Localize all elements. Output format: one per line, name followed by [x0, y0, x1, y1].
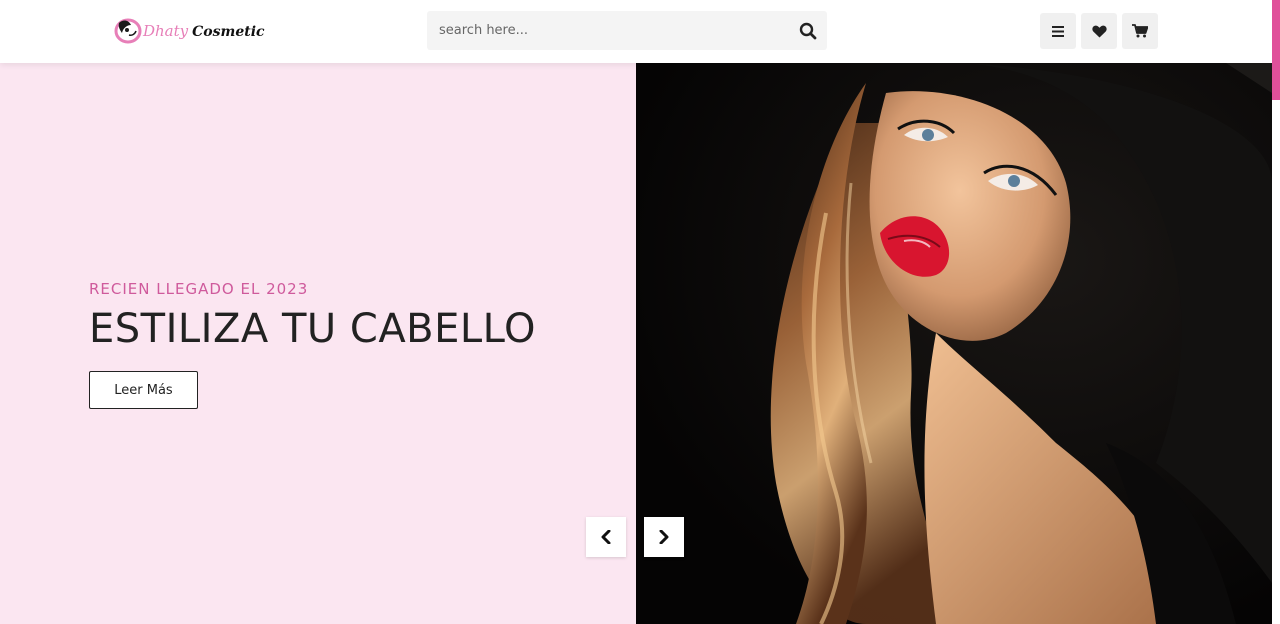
chevron-right-icon	[659, 530, 669, 544]
search-input[interactable]	[427, 11, 787, 50]
hero-headline: ESTILIZA TU CABELLO	[89, 306, 537, 352]
heart-icon	[1091, 25, 1107, 37]
hero-photo	[636, 63, 1272, 624]
logo-word-2: Cosmetic	[192, 24, 265, 40]
hero-image	[636, 63, 1272, 624]
slider-prev-button[interactable]	[586, 517, 626, 557]
logo[interactable]: Dhaty Cosmetic	[113, 16, 265, 46]
wishlist-button[interactable]	[1081, 13, 1117, 49]
logo-icon	[114, 18, 142, 44]
hero-kicker: RECIEN LLEGADO EL 2023	[89, 280, 309, 298]
menu-button[interactable]	[1040, 13, 1076, 49]
logo-text: Dhaty Cosmetic	[143, 22, 265, 40]
search-bar	[427, 11, 827, 50]
slider-next-button[interactable]	[644, 517, 684, 557]
read-more-button[interactable]: Leer Más	[89, 371, 198, 409]
cart-icon	[1132, 24, 1148, 38]
chevron-left-icon	[601, 530, 611, 544]
scroll-indicator[interactable]	[1272, 0, 1280, 100]
search-icon[interactable]	[797, 20, 819, 42]
site-header: Dhaty Cosmetic	[0, 0, 1280, 63]
menu-icon	[1052, 25, 1064, 37]
cart-button[interactable]	[1122, 13, 1158, 49]
logo-word-1: Dhaty	[143, 22, 189, 40]
